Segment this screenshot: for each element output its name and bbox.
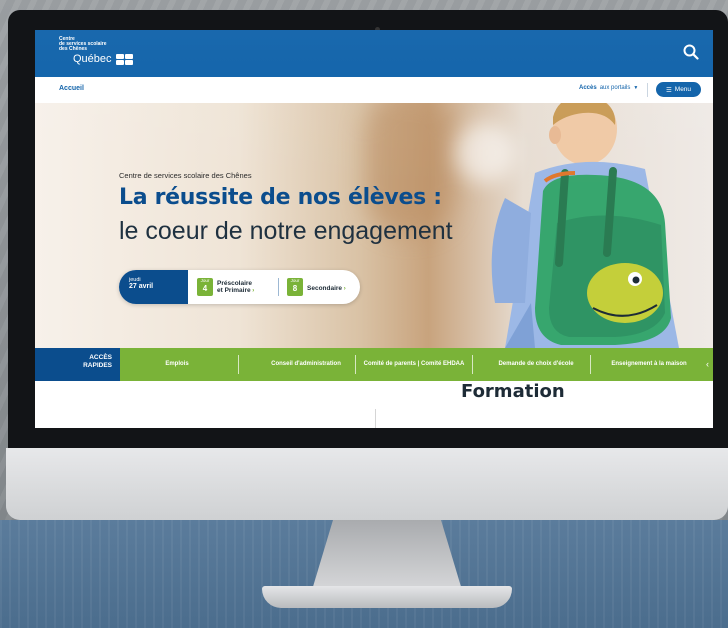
monitor-chin (6, 448, 728, 520)
hero-title: La réussite de nos élèves : (119, 185, 442, 210)
quick-access-bar: ACCÈS RAPIDES Emplois Conseil d'administ… (35, 348, 713, 381)
hero-banner: Centre de services scolaire des Chênes L… (35, 103, 713, 348)
website-screen: Centre de services scolaire des Chênes Q… (35, 30, 713, 428)
fleur-de-lis-flag-icon (115, 53, 133, 65)
portals-dropdown[interactable]: Accès aux portails ▼ (579, 85, 638, 91)
child-with-backpack-image (491, 103, 679, 348)
hero-subtitle: Centre de services scolaire des Chênes (119, 171, 252, 180)
hamburger-icon: ☰ (665, 86, 672, 94)
search-icon[interactable] (683, 44, 699, 60)
quick-link-conseil[interactable]: Conseil d'administration (251, 348, 361, 381)
hero-tagline: le coeur de notre engagement (119, 217, 453, 245)
current-date: jeudi 27 avril (119, 270, 188, 304)
schedule-item-secondaire[interactable]: Jour 8 Secondaire › (287, 278, 346, 296)
chevron-right-icon: › (250, 287, 255, 294)
quick-access-title: ACCÈS RAPIDES (35, 348, 120, 381)
divider (375, 409, 376, 428)
school-day-card: jeudi 27 avril Jour 4 Préscolaire et Pri… (119, 270, 360, 304)
schedule-item-primaire[interactable]: Jour 4 Préscolaire et Primaire › (197, 278, 254, 296)
divider (278, 278, 279, 296)
chevron-right-icon: › (342, 286, 346, 292)
nav-bar: Accueil Accès aux portails ▼ ☰ Menu (35, 77, 713, 103)
section-heading: Formation (461, 381, 565, 402)
jour-badge: Jour 4 (197, 278, 213, 296)
logo-text: Centre de services scolaire des Chênes (59, 36, 107, 52)
site-header: Centre de services scolaire des Chênes Q… (35, 30, 713, 77)
quick-link-comite-parents[interactable]: Comité de parents | Comité EHDAA (363, 348, 465, 381)
quebec-wordmark: Québec (73, 53, 133, 65)
quick-link-enseignement-maison[interactable]: Enseignement à la maison (597, 348, 701, 381)
menu-button[interactable]: ☰ Menu (656, 82, 701, 97)
chevron-down-icon: ▼ (633, 85, 639, 91)
breadcrumb[interactable]: Accueil (59, 85, 84, 92)
divider (647, 83, 648, 97)
site-logo[interactable]: Centre de services scolaire des Chênes Q… (59, 37, 133, 65)
jour-badge: Jour 8 (287, 278, 303, 296)
chevron-left-icon[interactable]: ‹ (706, 359, 709, 369)
monitor-stand (312, 520, 462, 590)
monitor-base (262, 586, 512, 608)
quick-link-choix-ecole[interactable]: Demande de choix d'école (481, 348, 591, 381)
content-area (35, 381, 713, 428)
quick-link-emplois[interactable]: Emplois (147, 348, 207, 381)
